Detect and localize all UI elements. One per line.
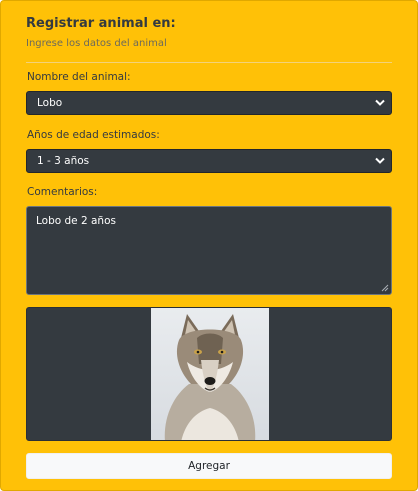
animal-name-label: Nombre del animal: — [27, 71, 131, 83]
comments-text: Lobo de 2 años — [36, 215, 116, 227]
age-select[interactable]: 1 - 3 años — [26, 149, 392, 173]
register-animal-card: Registrar animal en: Ingrese los datos d… — [0, 0, 418, 491]
form-subtitle: Ingrese los datos del animal — [26, 38, 167, 49]
add-button[interactable]: Agregar — [26, 453, 392, 479]
resize-handle-icon[interactable] — [381, 284, 389, 292]
chevron-down-icon — [375, 157, 385, 164]
chevron-down-icon — [375, 99, 385, 106]
wolf-photo — [151, 308, 269, 440]
animal-preview — [26, 307, 392, 441]
card-header: Registrar animal en: Ingrese los datos d… — [26, 15, 392, 63]
age-value: 1 - 3 años — [37, 155, 90, 167]
comments-textarea[interactable]: Lobo de 2 años — [26, 206, 392, 295]
animal-name-select[interactable]: Lobo — [26, 91, 392, 115]
animal-name-value: Lobo — [37, 97, 63, 109]
form-title: Registrar animal en: — [26, 16, 176, 31]
comments-label: Comentarios: — [27, 186, 98, 198]
age-label: Años de edad estimados: — [27, 129, 160, 141]
